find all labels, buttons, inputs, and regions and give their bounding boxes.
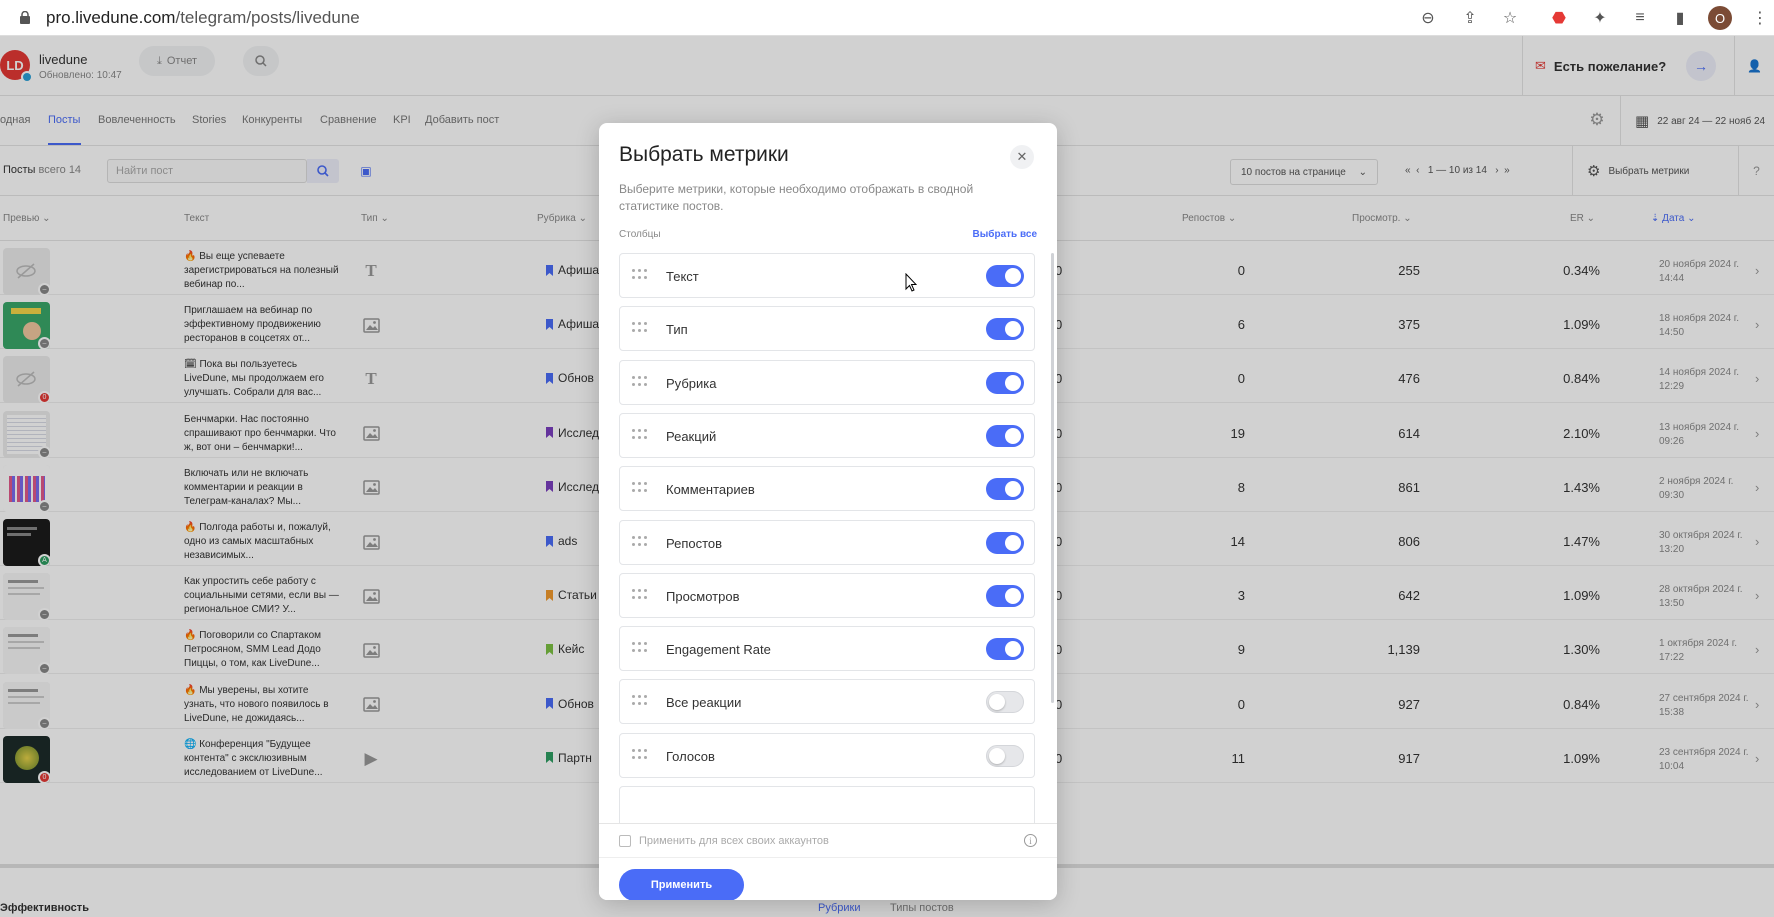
toggle-knob (1005, 427, 1021, 444)
metric-toggle[interactable] (986, 371, 1024, 394)
metric-item[interactable]: Все реакции (619, 679, 1035, 725)
metric-label: Текст (666, 269, 699, 284)
metric-label: Все реакции (666, 695, 742, 711)
zoom-icon[interactable]: ⊖ (1418, 8, 1438, 28)
drag-handle-icon[interactable] (632, 482, 647, 494)
metric-label: Тип (666, 322, 688, 338)
media-icon[interactable]: ≡ (1630, 8, 1650, 28)
modal-scrollbar[interactable] (1051, 253, 1054, 703)
puzzle-icon[interactable]: ✦ (1590, 8, 1610, 28)
drag-handle-icon[interactable] (632, 269, 647, 281)
drag-handle-icon[interactable] (632, 375, 647, 388)
mouse-cursor-icon (905, 273, 917, 292)
drag-handle-icon[interactable] (632, 322, 647, 334)
toggle-knob (1005, 641, 1021, 658)
metric-item[interactable] (619, 786, 1035, 823)
metrics-list: Текст Тип Рубрика Реакций Комментариев Репост… (619, 253, 1035, 823)
toggle-knob (1005, 321, 1021, 338)
star-icon[interactable]: ☆ (1500, 8, 1520, 28)
metric-label: Комментариев (666, 482, 755, 498)
drag-handle-icon[interactable] (632, 642, 647, 654)
metric-item[interactable]: Реакций (619, 412, 1035, 458)
apply-all-accounts-checkbox[interactable] (619, 835, 631, 847)
metric-toggle[interactable] (986, 584, 1024, 607)
apply-button[interactable]: Применить (619, 869, 744, 900)
metric-item[interactable]: Просмотров (619, 572, 1035, 618)
choose-metrics-modal: Выбрать метрики ✕ Выберите метрики, кото… (599, 123, 1057, 900)
metric-label: Голосов (666, 748, 715, 764)
share-icon[interactable]: ⇪ (1460, 8, 1480, 28)
metric-label: Engagement Rate (666, 642, 771, 658)
toggle-knob (1005, 374, 1021, 391)
select-all-link[interactable]: Выбрать все (973, 229, 1037, 240)
metric-toggle[interactable] (986, 638, 1024, 661)
lock-icon (20, 11, 30, 24)
modal-description: Выберите метрики, которые необходимо ото… (619, 182, 974, 213)
toggle-knob (1005, 587, 1021, 604)
toggle-knob (989, 747, 1005, 764)
info-icon[interactable]: i (1024, 834, 1037, 847)
metric-toggle[interactable] (986, 478, 1024, 501)
metric-toggle[interactable] (986, 265, 1024, 287)
drag-handle-icon[interactable] (632, 588, 647, 601)
metric-item[interactable]: Engagement Rate (619, 626, 1035, 672)
metric-item[interactable]: Рубрика (619, 359, 1035, 405)
metric-label: Просмотров (666, 588, 740, 604)
close-icon[interactable]: ✕ (1010, 145, 1034, 169)
profile-avatar[interactable]: O (1708, 6, 1732, 30)
drag-handle-icon[interactable] (632, 535, 647, 548)
metric-item[interactable]: Текст (619, 253, 1035, 298)
toggle-knob (1005, 268, 1021, 284)
metric-toggle[interactable] (986, 691, 1024, 714)
metric-toggle[interactable] (986, 424, 1024, 447)
drag-handle-icon[interactable] (632, 428, 647, 441)
metric-label: Репостов (666, 535, 723, 551)
metric-item[interactable]: Тип (619, 306, 1035, 352)
drag-handle-icon[interactable] (632, 748, 647, 761)
metric-item[interactable]: Репостов (619, 519, 1035, 565)
extension-icon[interactable]: ⬣ (1549, 8, 1569, 28)
metric-toggle[interactable] (986, 531, 1024, 554)
apply-all-accounts-label: Применить для всех своих аккаунтов (639, 835, 829, 847)
metric-label: Рубрика (666, 375, 717, 391)
metric-toggle[interactable] (986, 318, 1024, 341)
menu-icon[interactable]: ⋮ (1750, 8, 1770, 28)
footer-divider (599, 857, 1057, 858)
drag-handle-icon[interactable] (632, 695, 647, 707)
metric-toggle[interactable] (986, 744, 1024, 767)
browser-toolbar: pro.livedune.com/telegram/posts/livedune… (0, 0, 1774, 36)
metric-item[interactable]: Голосов (619, 732, 1035, 778)
toggle-knob (989, 694, 1005, 711)
columns-label: Столбцы (619, 229, 661, 240)
metric-label: Реакций (666, 428, 717, 444)
toggle-knob (1005, 481, 1021, 498)
sidepanel-icon[interactable]: ▮ (1670, 8, 1690, 28)
modal-footer: Применить для всех своих аккаунтов i При… (599, 823, 1057, 900)
toggle-knob (1005, 534, 1021, 551)
address-bar[interactable]: pro.livedune.com/telegram/posts/livedune (46, 8, 360, 28)
metric-item[interactable]: Комментариев (619, 466, 1035, 512)
modal-title: Выбрать метрики (619, 143, 789, 166)
